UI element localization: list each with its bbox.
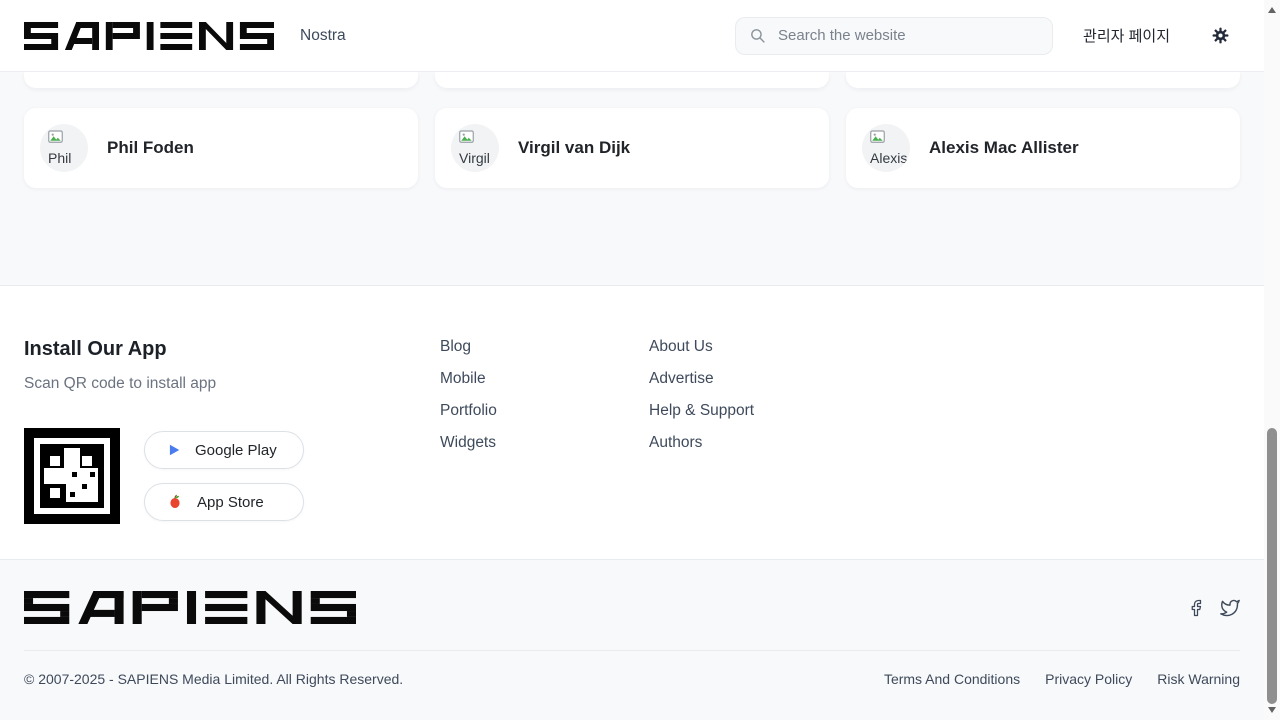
apple-icon bbox=[167, 494, 183, 510]
google-play-label: Google Play bbox=[195, 442, 277, 459]
broken-image-icon bbox=[459, 130, 474, 144]
footer-links-column-2: About Us Advertise Help & Support Author… bbox=[649, 338, 858, 559]
player-card-alexis-mac-allister[interactable]: Alexis Mac Allister Alexis Mac Allister bbox=[846, 108, 1240, 188]
twitter-icon bbox=[1220, 598, 1240, 618]
footer-link-portfolio[interactable]: Portfolio bbox=[440, 403, 649, 419]
facebook-icon bbox=[1187, 599, 1205, 617]
sapiens-logo[interactable] bbox=[24, 22, 274, 50]
content-area: Phil Foden Phil Foden Virgil van Dijk Vi… bbox=[0, 72, 1264, 286]
avatar-alt-text: Alexis Mac Allister bbox=[870, 150, 910, 172]
admin-page-link[interactable]: 관리자 페이지 bbox=[1083, 25, 1170, 46]
scrollbar-down-arrow[interactable] bbox=[1268, 707, 1276, 713]
avatar: Alexis Mac Allister bbox=[862, 124, 910, 172]
player-card-virgil-van-dijk[interactable]: Virgil van Dijk Virgil van Dijk bbox=[435, 108, 829, 188]
search-icon bbox=[749, 27, 766, 44]
footer-link-help-support[interactable]: Help & Support bbox=[649, 403, 858, 419]
vertical-scrollbar[interactable] bbox=[1264, 0, 1280, 720]
broken-image-icon bbox=[48, 130, 63, 144]
sapiens-footer-logo[interactable] bbox=[24, 591, 356, 624]
twitter-button[interactable] bbox=[1220, 598, 1240, 618]
footer-link-about-us[interactable]: About Us bbox=[649, 339, 858, 355]
play-icon bbox=[167, 443, 181, 457]
install-app-subtitle: Scan QR code to install app bbox=[24, 375, 440, 393]
terms-link[interactable]: Terms And Conditions bbox=[884, 671, 1020, 687]
settings-button[interactable] bbox=[1211, 26, 1230, 45]
legal-links: Terms And Conditions Privacy Policy Risk… bbox=[884, 671, 1240, 687]
player-name: Phil Foden bbox=[107, 138, 194, 158]
player-name: Alexis Mac Allister bbox=[929, 138, 1079, 158]
copyright-text: © 2007-2025 - SAPIENS Media Limited. All… bbox=[24, 671, 403, 687]
privacy-policy-link[interactable]: Privacy Policy bbox=[1045, 671, 1132, 687]
footer-link-mobile[interactable]: Mobile bbox=[440, 371, 649, 387]
top-navbar: Nostra 관리자 페이지 bbox=[0, 0, 1264, 72]
footer-bottom: © 2007-2025 - SAPIENS Media Limited. All… bbox=[0, 559, 1264, 720]
footer-main: Install Our App Scan QR code to install … bbox=[0, 287, 1264, 559]
facebook-button[interactable] bbox=[1187, 599, 1205, 617]
footer-link-authors[interactable]: Authors bbox=[649, 435, 858, 451]
app-store-label: App Store bbox=[197, 494, 264, 511]
scrollbar-thumb[interactable] bbox=[1267, 428, 1277, 704]
footer-link-widgets[interactable]: Widgets bbox=[440, 435, 649, 451]
avatar-alt-text: Virgil van Dijk bbox=[459, 150, 490, 172]
install-app-section: Install Our App Scan QR code to install … bbox=[24, 338, 440, 559]
card-row: Phil Foden Phil Foden Virgil van Dijk Vi… bbox=[24, 108, 1240, 188]
scrollbar-up-arrow[interactable] bbox=[1268, 7, 1276, 13]
partial-card[interactable] bbox=[24, 72, 418, 88]
search-box[interactable] bbox=[735, 17, 1053, 55]
nav-link-nostra[interactable]: Nostra bbox=[300, 27, 346, 45]
search-input[interactable] bbox=[776, 26, 1052, 45]
avatar-alt-text: Phil Foden bbox=[48, 150, 88, 172]
partial-card[interactable] bbox=[846, 72, 1240, 88]
broken-image-icon bbox=[870, 130, 885, 144]
card-row-partial bbox=[24, 72, 1240, 88]
google-play-button[interactable]: Google Play bbox=[144, 431, 304, 469]
avatar: Phil Foden bbox=[40, 124, 88, 172]
footer-link-advertise[interactable]: Advertise bbox=[649, 371, 858, 387]
partial-card[interactable] bbox=[435, 72, 829, 88]
footer-links-column-1: Blog Mobile Portfolio Widgets bbox=[440, 338, 649, 559]
footer-link-blog[interactable]: Blog bbox=[440, 339, 649, 355]
qr-code bbox=[24, 428, 120, 524]
gear-icon bbox=[1211, 26, 1230, 45]
install-app-title: Install Our App bbox=[24, 338, 440, 361]
risk-warning-link[interactable]: Risk Warning bbox=[1157, 671, 1240, 687]
avatar: Virgil van Dijk bbox=[451, 124, 499, 172]
app-store-button[interactable]: App Store bbox=[144, 483, 304, 521]
social-links bbox=[1187, 598, 1240, 618]
player-name: Virgil van Dijk bbox=[518, 138, 630, 158]
player-card-phil-foden[interactable]: Phil Foden Phil Foden bbox=[24, 108, 418, 188]
